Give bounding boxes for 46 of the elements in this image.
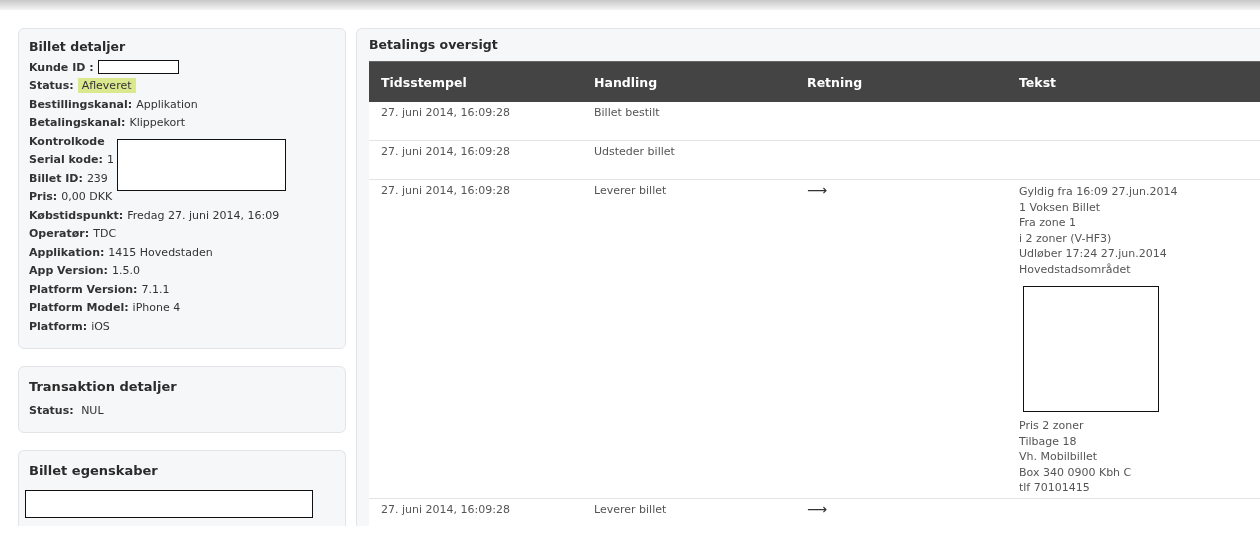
table-cell-text: 27. juni 2014, 16:09:28 [380,106,511,121]
field-text: Operatør: TDC [29,227,117,241]
text-line: tlf 70101415 [1019,480,1091,496]
field-text: Platform: iOS [29,319,110,333]
table-cell-text: 27. juni 2014, 16:09:28 [380,145,511,160]
field-text: Billet ID: 239 [29,171,108,185]
field-label: Status: [29,79,74,93]
field-text: Betalingskanal: Klippekort [29,116,186,130]
text-line: 1 Voksen Billet [1019,199,1102,215]
field-text: Status: NUL [29,404,104,418]
field-text: Serial kode: 1 [29,153,114,167]
column-header: Tekst [1018,74,1058,90]
field-text: Bestillingskanal: Applikation [29,97,198,111]
text-line: Tilbage 18 [1019,433,1078,449]
field-text: Platform Model: iPhone 4 [29,301,181,315]
table-cell-text: 27. juni 2014, 16:09:28 [380,184,511,199]
text-line: i 2 zoner (V-HF3) [1019,230,1113,246]
text-line: Udløber 17:24 27.jun.2014 [1019,246,1168,262]
table-cell-text: Udsteder billet [593,145,676,160]
status-badge: Afleveret [77,78,136,94]
panel-title: Betalings oversigt [369,37,499,52]
arrow-glyph: ⟶ [807,500,828,517]
panel-title: Transaktion detaljer [29,378,178,394]
column-header: Retning [806,74,864,90]
field-text: Pris: 0,00 DKK [29,190,113,204]
panel-title: Billet egenskaber [29,463,159,478]
text-line: Box 340 0900 Kbh C [1019,464,1133,480]
column-header: Tidsstempel [380,74,468,90]
field-text: Applikation: 1415 Hovedstaden [29,245,213,259]
column-header: Handling [593,74,659,90]
text-line: Gyldig fra 16:09 27.jun.2014 [1019,184,1179,200]
field-label: Kunde ID : [29,60,94,74]
field-text: Platform Version: 7.1.1 [29,282,170,296]
panel-title: Billet detaljer [29,39,127,54]
field-text: App Version: 1.5.0 [29,264,140,278]
text-line: Pris 2 zoner [1019,418,1085,434]
text-line: Vh. Mobilbillet [1019,449,1099,465]
table-cell-text: 27. juni 2014, 16:09:28 [380,502,511,518]
table-cell-text: Leverer billet [593,184,668,199]
field-text: Kontrolkode [29,134,106,148]
text-line: Fra zone 1 [1019,215,1078,231]
field-text: Købstidspunkt: Fredag 27. juni 2014, 16:09 [29,208,280,222]
arrow-glyph: ⟶ [807,182,828,198]
table-cell-text: Billet bestilt [593,106,661,121]
text-line: Hovedstadsområdet [1019,261,1132,277]
table-cell-text: Leverer billet [593,502,668,518]
